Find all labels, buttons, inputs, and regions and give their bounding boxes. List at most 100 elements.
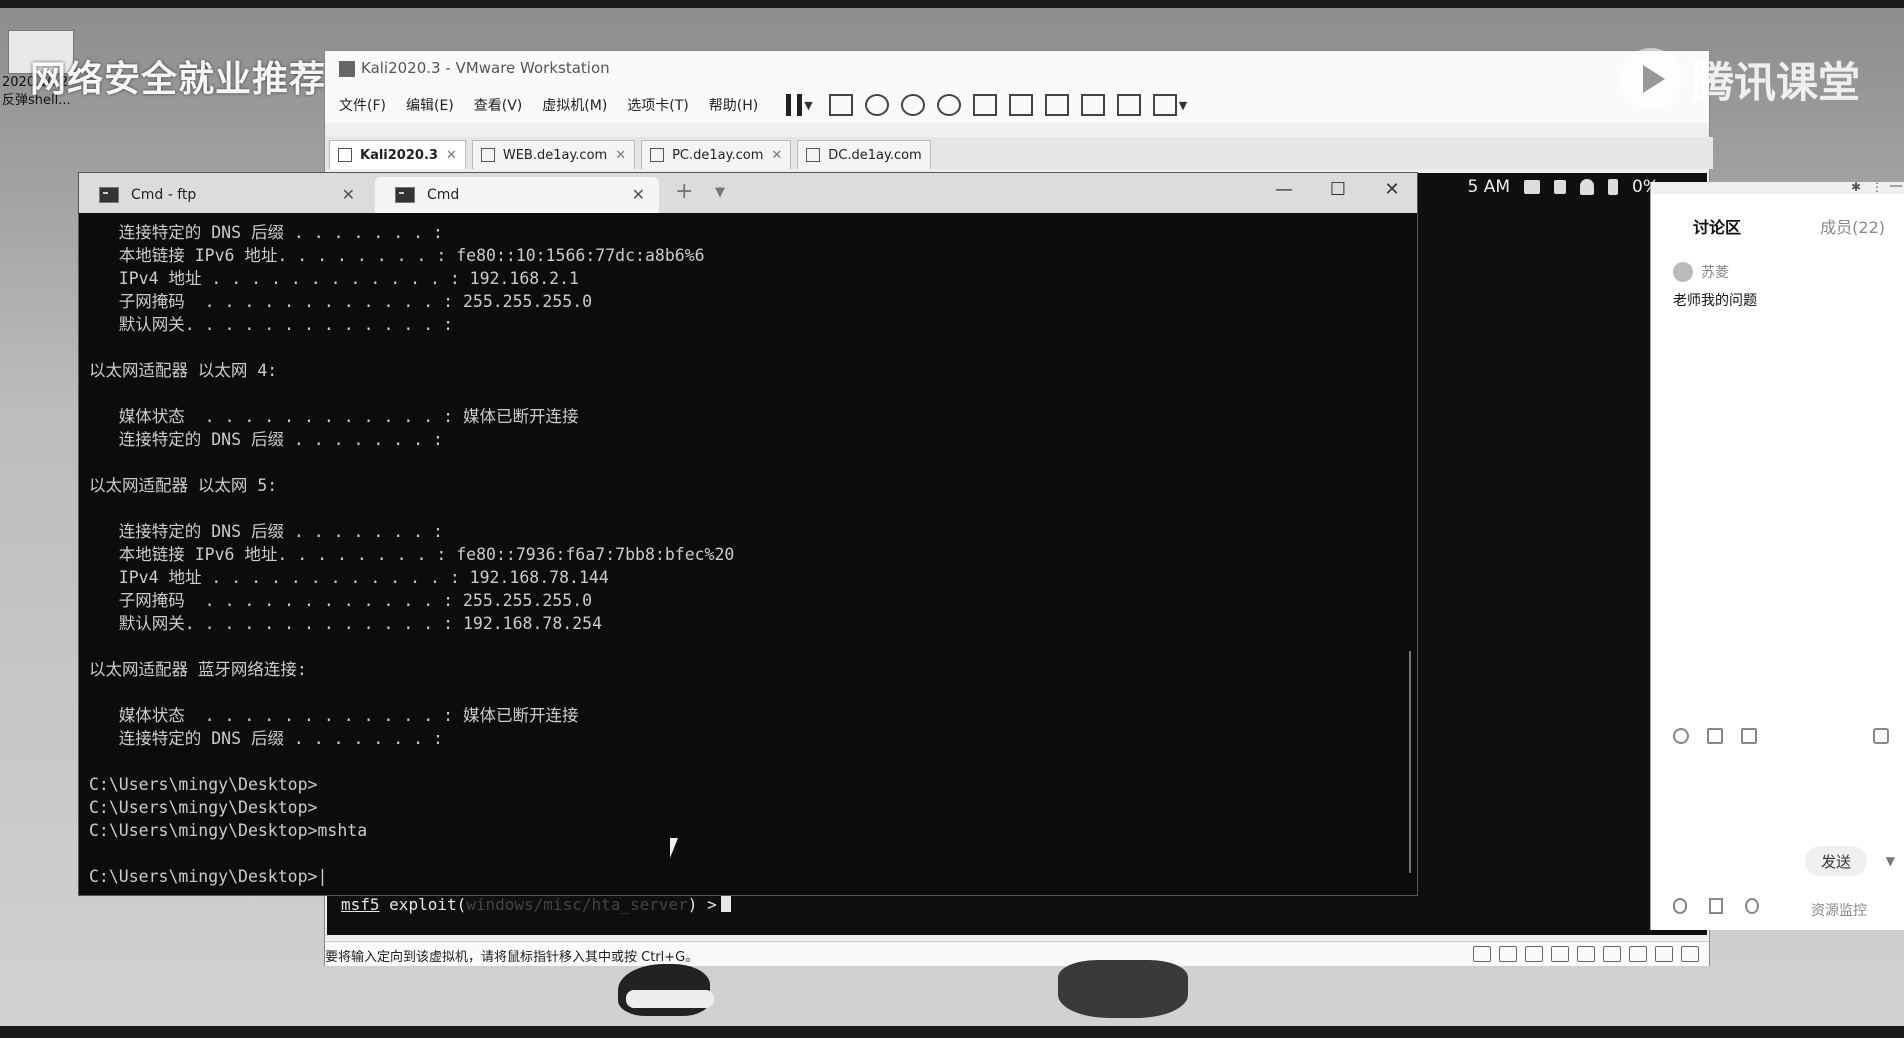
menu-help[interactable]: 帮助(H) xyxy=(699,95,768,115)
chevron-down-icon[interactable]: ▼ xyxy=(1886,854,1895,868)
vm-tab-kali[interactable]: Kali2020.3 ✕ xyxy=(329,140,466,169)
shoe-image xyxy=(1058,960,1188,1018)
shoe-sole-image xyxy=(626,990,714,1008)
discussion-panel: ✱ ⋮ — 讨论区 成员(22) 苏菱 老师我的问题 发送 ▼ 资源监控 xyxy=(1650,178,1904,930)
tab-members[interactable]: 成员(22) xyxy=(1820,214,1885,238)
unity-icon[interactable] xyxy=(1080,94,1105,116)
chat-bottom-toolbar xyxy=(1673,898,1759,914)
msf-prompt-line[interactable]: msf5 exploit(windows/misc/hta_server) > xyxy=(341,895,731,914)
fullscreen-icon[interactable] xyxy=(1044,94,1069,116)
vmware-toolbar: ▼ ▼ xyxy=(780,94,1197,116)
volume-icon[interactable] xyxy=(1554,180,1567,194)
menu-edit[interactable]: 编辑(E) xyxy=(396,95,464,115)
terminal-tabbar: Cmd - ftp ✕ Cmd ✕ + ▼ — ☐ ✕ xyxy=(79,173,1417,213)
pause-icon[interactable] xyxy=(786,94,803,116)
close-icon[interactable]: ✕ xyxy=(771,148,782,163)
message-icon[interactable] xyxy=(1681,946,1699,962)
vm-tab-pc[interactable]: PC.de1ay.com ✕ xyxy=(641,140,792,169)
snapshot-icon[interactable] xyxy=(864,94,889,116)
hand-raise-icon[interactable] xyxy=(1745,898,1759,914)
msf-tail: ) > xyxy=(687,895,717,914)
vm-icon xyxy=(480,148,495,162)
chat-message-text: 老师我的问题 xyxy=(1673,293,1757,309)
terminal-line: 连接特定的 DNS 后缀 . . . . . . . : xyxy=(89,522,443,541)
minimize-button[interactable]: — xyxy=(1269,179,1299,200)
chevron-down-icon[interactable]: ▼ xyxy=(715,185,725,200)
usb-icon[interactable] xyxy=(1603,946,1621,962)
terminal-line: C:\Users\mingy\Desktop> xyxy=(89,798,318,817)
snapshot-manager-icon[interactable] xyxy=(936,94,961,116)
terminal-scrollbar[interactable] xyxy=(1409,651,1411,873)
close-icon[interactable]: ✕ xyxy=(446,148,457,163)
scissors-icon[interactable] xyxy=(1707,728,1723,744)
settings-icon[interactable] xyxy=(1873,728,1889,744)
send-button[interactable]: 发送 xyxy=(1805,846,1867,876)
msf-exploit: exploit( xyxy=(389,895,467,914)
cmd-icon xyxy=(395,187,415,203)
display-icon[interactable] xyxy=(1524,180,1541,194)
close-icon[interactable]: ✕ xyxy=(615,148,626,163)
terminal-tab-cmd-ftp[interactable]: Cmd - ftp ✕ xyxy=(79,177,369,213)
vmware-status-text: 要将输入定向到该虚拟机，请将鼠标指针移入其中或按 Ctrl+G。 xyxy=(325,950,699,965)
speaker-icon[interactable] xyxy=(1709,898,1723,914)
menu-view[interactable]: 查看(V) xyxy=(464,95,533,115)
terminal-tab-cmd[interactable]: Cmd ✕ xyxy=(375,177,659,213)
terminal-line: 以太网适配器 蓝牙网络连接: xyxy=(89,660,307,679)
sound-icon[interactable] xyxy=(1577,946,1595,962)
network-icon[interactable] xyxy=(1525,946,1543,962)
more-icon[interactable]: ⋮ xyxy=(1871,180,1883,194)
watermark-right-text: 腾讯课堂 xyxy=(1692,57,1861,107)
terminal-line: C:\Users\mingy\Desktop>| xyxy=(89,867,328,886)
printer-icon[interactable] xyxy=(1629,946,1647,962)
vmware-menubar: 文件(F) 编辑(E) 查看(V) 虚拟机(M) 选项卡(T) 帮助(H) ▼ … xyxy=(325,87,1709,123)
terminal-line: 连接特定的 DNS 后缀 . . . . . . . : xyxy=(89,223,443,242)
battery-icon[interactable] xyxy=(1608,179,1619,195)
stretch-icon[interactable] xyxy=(1152,94,1177,116)
microphone-icon[interactable] xyxy=(1673,898,1687,914)
terminal-line: 子网掩码 . . . . . . . . . . . . : 255.255.2… xyxy=(89,292,593,311)
chevron-down-icon[interactable]: ▼ xyxy=(1179,99,1187,112)
vm-tab-dc[interactable]: DC.de1ay.com xyxy=(797,140,931,169)
maximize-button[interactable]: ☐ xyxy=(1323,179,1353,200)
revert-snapshot-icon[interactable] xyxy=(900,94,925,116)
menu-tabs[interactable]: 选项卡(T) xyxy=(617,95,698,115)
sidebar-toggle-icon[interactable] xyxy=(972,94,997,116)
close-icon[interactable]: ✕ xyxy=(342,185,355,204)
thumbnail-bar-icon[interactable] xyxy=(1008,94,1033,116)
vm-tab-label: PC.de1ay.com xyxy=(672,147,764,163)
close-window-button[interactable]: ✕ xyxy=(1377,179,1407,200)
display-icon[interactable] xyxy=(1655,946,1673,962)
bell-icon[interactable] xyxy=(1580,179,1595,195)
vm-tab-label: DC.de1ay.com xyxy=(828,147,922,163)
resource-monitor-link[interactable]: 资源监控 xyxy=(1811,900,1867,920)
network-icon[interactable] xyxy=(1551,946,1569,962)
terminal-line: 媒体状态 . . . . . . . . . . . . : 媒体已断开连接 xyxy=(89,407,579,426)
kali-status-area: 5 AM 0% xyxy=(1467,177,1659,197)
image-icon[interactable] xyxy=(1741,728,1757,744)
panel-header xyxy=(1651,182,1904,194)
hdd-icon[interactable] xyxy=(1473,946,1491,962)
terminal-output[interactable]: 连接特定的 DNS 后缀 . . . . . . . : 本地链接 IPv6 地… xyxy=(89,221,1389,891)
emoji-icon[interactable] xyxy=(1673,728,1689,744)
console-icon[interactable] xyxy=(1116,94,1141,116)
chevron-down-icon[interactable]: ▼ xyxy=(804,99,812,112)
send-ctrl-alt-del-icon[interactable] xyxy=(828,94,853,116)
cdrom-icon[interactable] xyxy=(1499,946,1517,962)
terminal-line: 连接特定的 DNS 后缀 . . . . . . . : xyxy=(89,729,443,748)
terminal-line: 以太网适配器 以太网 4: xyxy=(89,361,278,380)
pin-icon[interactable]: ✱ xyxy=(1851,180,1861,194)
menu-file[interactable]: 文件(F) xyxy=(329,95,396,115)
menu-vm[interactable]: 虚拟机(M) xyxy=(532,95,617,115)
terminal-line: 子网掩码 . . . . . . . . . . . . : 255.255.2… xyxy=(89,591,593,610)
close-icon[interactable]: ✕ xyxy=(632,185,645,204)
minimize-icon[interactable]: — xyxy=(1889,178,1903,194)
chat-toolbar xyxy=(1673,728,1757,744)
msf-cursor xyxy=(720,896,731,912)
tab-discussion[interactable]: 讨论区 xyxy=(1693,214,1741,238)
new-tab-icon[interactable]: + xyxy=(675,179,693,204)
vm-tab-web[interactable]: WEB.de1ay.com ✕ xyxy=(471,140,636,169)
